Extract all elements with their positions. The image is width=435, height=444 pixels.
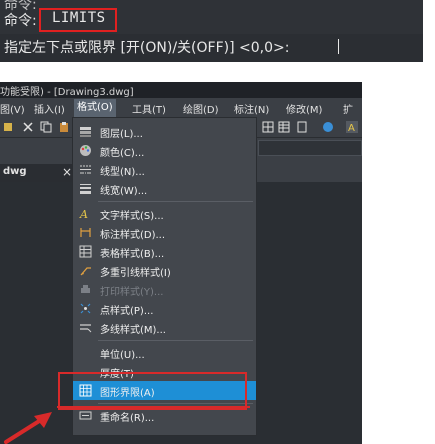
menu-item-label: 文字样式(S)...	[100, 211, 164, 222]
drawing-tab[interactable]: dwg ×	[0, 164, 80, 182]
paste-icon[interactable]	[58, 121, 70, 133]
table-tool-icon[interactable]	[278, 121, 290, 133]
menu-item-mleader-style[interactable]: 多重引线样式(I)	[73, 261, 256, 280]
menu-item-plot-style: 打印样式(Y)...	[73, 280, 256, 299]
menu-item-text-style[interactable]: A 文字样式(S)...	[73, 204, 256, 223]
text-style-icon: A	[79, 208, 88, 220]
color-palette-icon	[80, 145, 91, 156]
copy-icon[interactable]	[40, 121, 52, 133]
mleader-style-icon	[80, 267, 91, 276]
menu-item-table-style[interactable]: 表格样式(B)...	[73, 242, 256, 261]
text-cursor	[338, 39, 339, 54]
table-style-icon	[79, 245, 92, 258]
menu-insert[interactable]: 插入(I)	[34, 101, 65, 116]
menu-item-lineweight[interactable]: 线宽(W)...	[73, 179, 256, 198]
annotation-highlight-box	[58, 372, 247, 410]
menu-item-linetype[interactable]: 线型(N)...	[73, 160, 256, 179]
layers-icon	[80, 127, 91, 137]
menu-item-label: 重命名(R)...	[100, 413, 155, 424]
command-hint: 指定左下点或限界 [开(ON)/关(OFF)] <0,0>:	[4, 40, 290, 56]
svg-text:A: A	[348, 123, 355, 133]
menu-item-dim-style[interactable]: 标注样式(D)...	[73, 223, 256, 242]
menu-draw[interactable]: 绘图(D)	[183, 101, 219, 116]
text-tool-icon[interactable]: A	[346, 121, 358, 133]
menu-express[interactable]: 扩	[343, 101, 353, 116]
tab-close-icon[interactable]: ×	[62, 165, 72, 179]
menu-item-label: 线宽(W)...	[100, 186, 148, 197]
menu-item-label: 单位(U)...	[100, 350, 145, 361]
menu-format[interactable]: 格式(O)	[74, 99, 116, 117]
menu-dimension[interactable]: 标注(N)	[234, 101, 269, 116]
menu-item-label: 多线样式(M)...	[100, 325, 166, 336]
menu-item-layer[interactable]: 图层(L)...	[73, 122, 256, 141]
grid-tool-icon[interactable]	[262, 121, 274, 133]
plot-style-icon	[81, 285, 90, 293]
annotation-underline	[57, 406, 250, 408]
linetype-icon	[80, 165, 91, 174]
menu-item-label: 线型(N)...	[100, 167, 145, 178]
menu-item-label: 颜色(C)...	[100, 148, 145, 159]
cut-icon[interactable]	[22, 121, 34, 133]
menu-separator	[98, 201, 253, 202]
menu-item-label: 多重引线样式(I)	[100, 268, 171, 279]
dim-style-icon	[80, 228, 91, 237]
annotation-arrow-icon	[4, 412, 52, 444]
help-tool-icon[interactable]	[322, 121, 334, 133]
units-icon	[79, 346, 92, 359]
command-prompt: 命令:	[4, 13, 37, 29]
rename-icon	[79, 411, 92, 420]
menu-separator	[98, 340, 253, 341]
menu-modify[interactable]: 修改(M)	[286, 101, 322, 116]
menu-item-label: 点样式(P)...	[100, 306, 154, 317]
style-dropdown[interactable]	[258, 140, 362, 156]
window-title: 功能受限) - [Drawing3.dwg]	[0, 87, 134, 98]
mline-style-icon	[80, 324, 92, 333]
menu-tools[interactable]: 工具(T)	[132, 101, 166, 116]
menu-item-point-style[interactable]: 点样式(P)...	[73, 299, 256, 318]
drawing-tab-label: dwg	[3, 166, 27, 177]
menu-bar: 图(V) 插入(I) 格式(O) 工具(T) 绘图(D) 标注(N) 修改(M)…	[0, 99, 362, 117]
menu-item-label: 标注样式(D)...	[100, 230, 166, 241]
document-tool-icon[interactable]	[296, 121, 308, 133]
menu-item-label: 表格样式(B)...	[100, 249, 165, 260]
title-bar: 功能受限) - [Drawing3.dwg]	[0, 82, 362, 98]
command-highlight-box	[39, 8, 117, 32]
command-line-area: 命令: 命令: LIMITS 指定左下点或限界 [开(ON)/关(OFF)] <…	[0, 0, 435, 64]
command-line-panel: 命令: 命令: LIMITS 指定左下点或限界 [开(ON)/关(OFF)] <…	[0, 0, 423, 62]
menu-item-color[interactable]: 颜色(C)...	[73, 141, 256, 160]
point-style-icon	[80, 303, 91, 314]
menu-view[interactable]: 图(V)	[0, 101, 25, 116]
menu-item-units[interactable]: 单位(U)...	[73, 343, 256, 362]
svg-text:A: A	[79, 208, 88, 220]
match-properties-icon[interactable]	[2, 121, 14, 133]
menu-item-label: 打印样式(Y)...	[100, 287, 164, 298]
menu-item-label: 图层(L)...	[100, 129, 143, 140]
menu-item-mline-style[interactable]: 多线样式(M)...	[73, 318, 256, 337]
lineweight-icon	[80, 184, 91, 194]
